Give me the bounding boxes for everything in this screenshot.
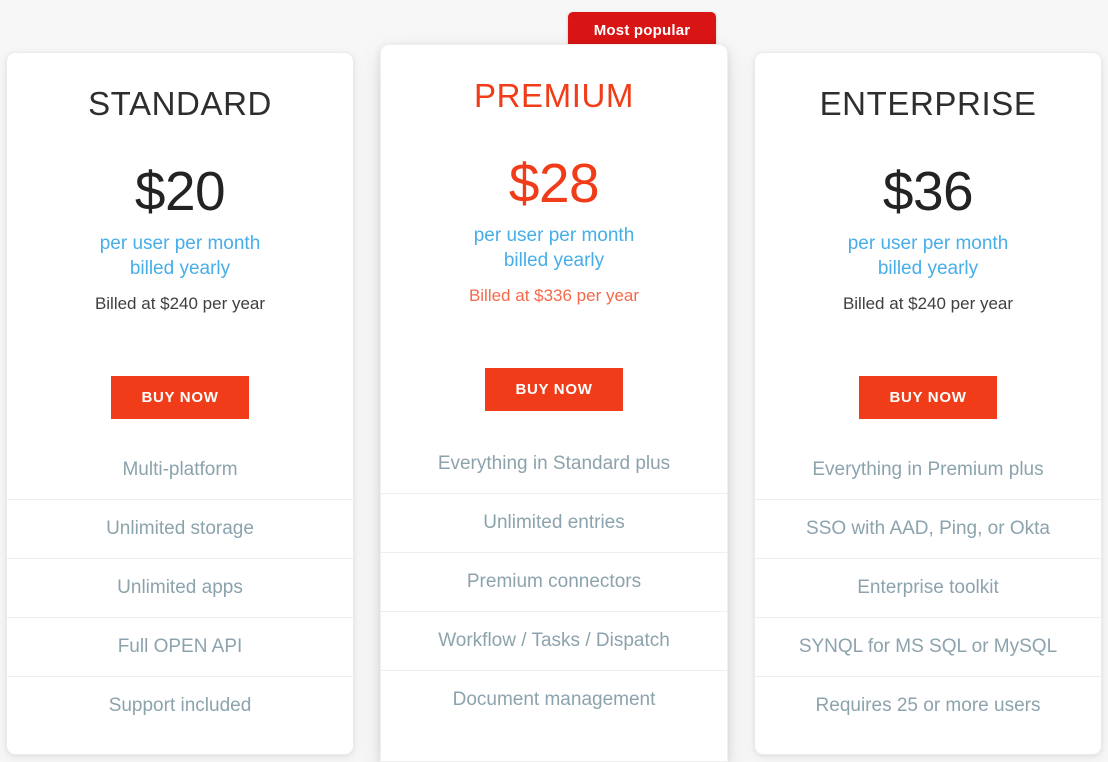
feature-item: Unlimited storage [7,499,353,558]
plan-cadence-line1-enterprise: per user per month [847,233,1009,255]
feature-list-standard: Multi-platform Unlimited storage Unlimit… [7,441,353,738]
plan-cadence-line1-standard: per user per month [99,233,261,255]
plan-price-standard: $20 [134,160,226,223]
plan-cadence-line1-premium: per user per month [473,225,635,247]
feature-item: Requires 25 or more users [755,676,1101,735]
feature-item: Unlimited entries [381,493,727,552]
feature-item: SSO with AAD, Ping, or Okta [755,499,1101,558]
feature-item: Document management [381,670,727,729]
plan-cadence-line2-enterprise: billed yearly [877,258,979,280]
feature-item: Premium connectors [381,552,727,611]
plan-title-enterprise: ENTERPRISE [819,85,1037,122]
plan-cadence-premium: per user per month billed yearly [381,211,727,273]
card-header-enterprise: ENTERPRISE $36 per user per month billed… [755,53,1101,314]
buy-now-button-enterprise[interactable]: BUY NOW [859,376,997,420]
cta-wrap-standard: BUY NOW [7,314,353,420]
feature-item: Full OPEN API [7,617,353,676]
feature-list-enterprise: Everything in Premium plus SSO with AAD,… [755,441,1101,738]
feature-item: Workflow / Tasks / Dispatch [381,611,727,670]
feature-list-premium: Everything in Standard plus Unlimited en… [381,435,727,745]
feature-item: Unlimited apps [7,558,353,617]
plan-price-premium: $28 [508,152,600,215]
feature-item: Enterprise toolkit [755,558,1101,617]
pricing-card-enterprise[interactable]: ENTERPRISE $36 per user per month billed… [754,52,1102,755]
feature-item: Multi-platform [122,459,238,480]
plan-title-standard: STANDARD [88,85,272,122]
pricing-card-premium[interactable]: PREMIUM $28 per user per month billed ye… [380,44,728,762]
most-popular-badge-label: Most popular [593,21,691,39]
feature-item: Support included [7,676,353,735]
plan-cadence-line2-premium: billed yearly [503,250,605,272]
cta-wrap-premium: BUY NOW [381,306,727,412]
buy-now-button-premium[interactable]: BUY NOW [485,368,623,412]
plan-billing-note-enterprise: Billed at $240 per year [842,294,1014,314]
plan-billing-note-standard: Billed at $240 per year [94,294,266,314]
plan-billing-note-premium: Billed at $336 per year [468,286,640,306]
pricing-table: Most popular STANDARD $20 per user per m… [0,0,1108,762]
pricing-card-standard[interactable]: STANDARD $20 per user per month billed y… [6,52,354,755]
feature-item: Everything in Premium plus [812,459,1044,480]
feature-item: Everything in Standard plus [437,453,671,474]
plan-price-enterprise: $36 [882,160,974,223]
plan-cadence-line2-standard: billed yearly [129,258,231,280]
card-header-standard: STANDARD $20 per user per month billed y… [7,53,353,314]
feature-item: SYNQL for MS SQL or MySQL [755,617,1101,676]
buy-now-button-standard[interactable]: BUY NOW [111,376,249,420]
card-header-premium: PREMIUM $28 per user per month billed ye… [381,45,727,306]
most-popular-badge: Most popular [568,12,716,48]
plan-cadence-standard: per user per month billed yearly [7,219,353,281]
cta-wrap-enterprise: BUY NOW [755,314,1101,420]
plan-title-premium: PREMIUM [473,77,635,114]
plan-cadence-enterprise: per user per month billed yearly [755,219,1101,281]
